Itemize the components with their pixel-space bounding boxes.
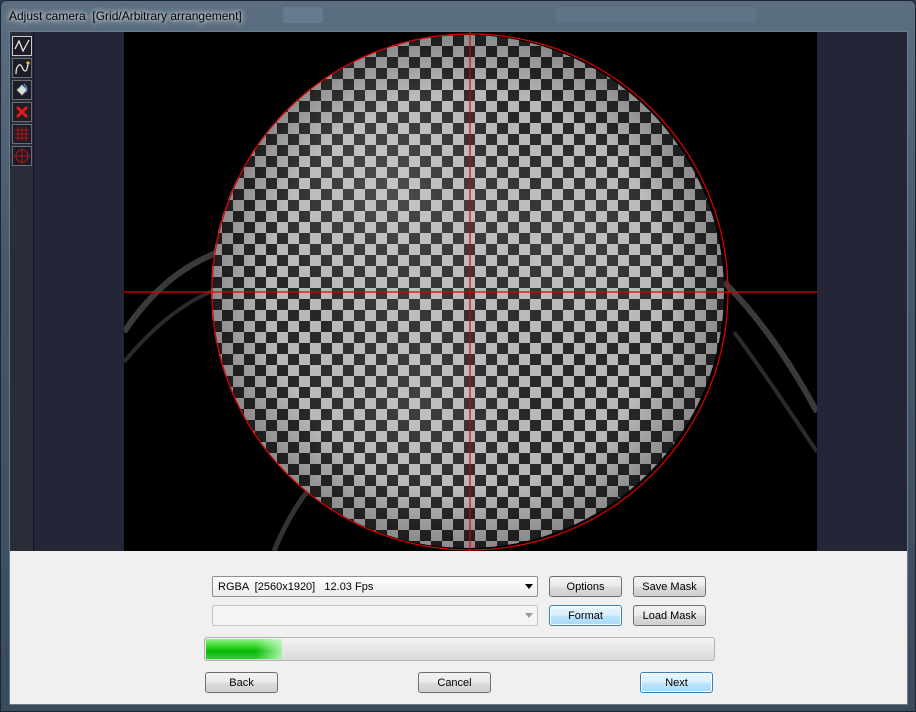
grid-icon xyxy=(15,127,29,141)
secondary-select[interactable] xyxy=(212,605,538,626)
delete-tool-button[interactable] xyxy=(12,102,32,122)
progress-bar xyxy=(204,637,715,661)
adjust-camera-window: Adjust camera [Grid/Arbitrary arrangemen… xyxy=(0,0,916,712)
cancel-button[interactable]: Cancel xyxy=(418,672,491,693)
curve-line-tool-button[interactable] xyxy=(12,36,32,56)
options-button[interactable]: Options xyxy=(549,576,622,597)
format-button[interactable]: Format xyxy=(549,605,622,626)
calibration-overlay[interactable] xyxy=(124,32,817,551)
chevron-down-icon xyxy=(525,613,533,618)
window-title: Adjust camera [Grid/Arbitrary arrangemen… xyxy=(9,9,242,23)
freehand-curve-icon xyxy=(15,61,30,75)
save-mask-button[interactable]: Save Mask xyxy=(633,576,706,597)
tool-palette xyxy=(10,32,34,551)
circle-crosshair-tool-button[interactable] xyxy=(12,146,32,166)
curve-line-icon xyxy=(14,39,30,53)
camera-image[interactable] xyxy=(124,32,817,551)
format-select[interactable]: RGBA [2560x1920] 12.03 Fps xyxy=(212,576,538,597)
titlebar-glass-reflection-2 xyxy=(556,7,756,23)
camera-viewer[interactable] xyxy=(10,32,907,551)
back-button[interactable]: Back xyxy=(205,672,278,693)
delete-x-icon xyxy=(15,105,29,119)
fill-bucket-tool-button[interactable] xyxy=(12,80,32,100)
progress-bar-fill xyxy=(206,639,282,659)
freehand-curve-tool-button[interactable] xyxy=(12,58,32,78)
format-select-value: RGBA [2560x1920] 12.03 Fps xyxy=(218,580,374,593)
circle-crosshair-icon xyxy=(14,148,30,164)
load-mask-button[interactable]: Load Mask xyxy=(633,605,706,626)
titlebar-glass-reflection xyxy=(283,7,323,23)
next-button[interactable]: Next xyxy=(640,672,713,693)
dialog-client-area: RGBA [2560x1920] 12.03 Fps Options Save … xyxy=(9,31,908,705)
title-bar[interactable]: Adjust camera [Grid/Arbitrary arrangemen… xyxy=(1,1,915,31)
controls-panel: RGBA [2560x1920] 12.03 Fps Options Save … xyxy=(10,551,907,706)
fill-bucket-icon xyxy=(16,83,28,96)
grid-tool-button[interactable] xyxy=(12,124,32,144)
chevron-down-icon xyxy=(525,584,533,589)
